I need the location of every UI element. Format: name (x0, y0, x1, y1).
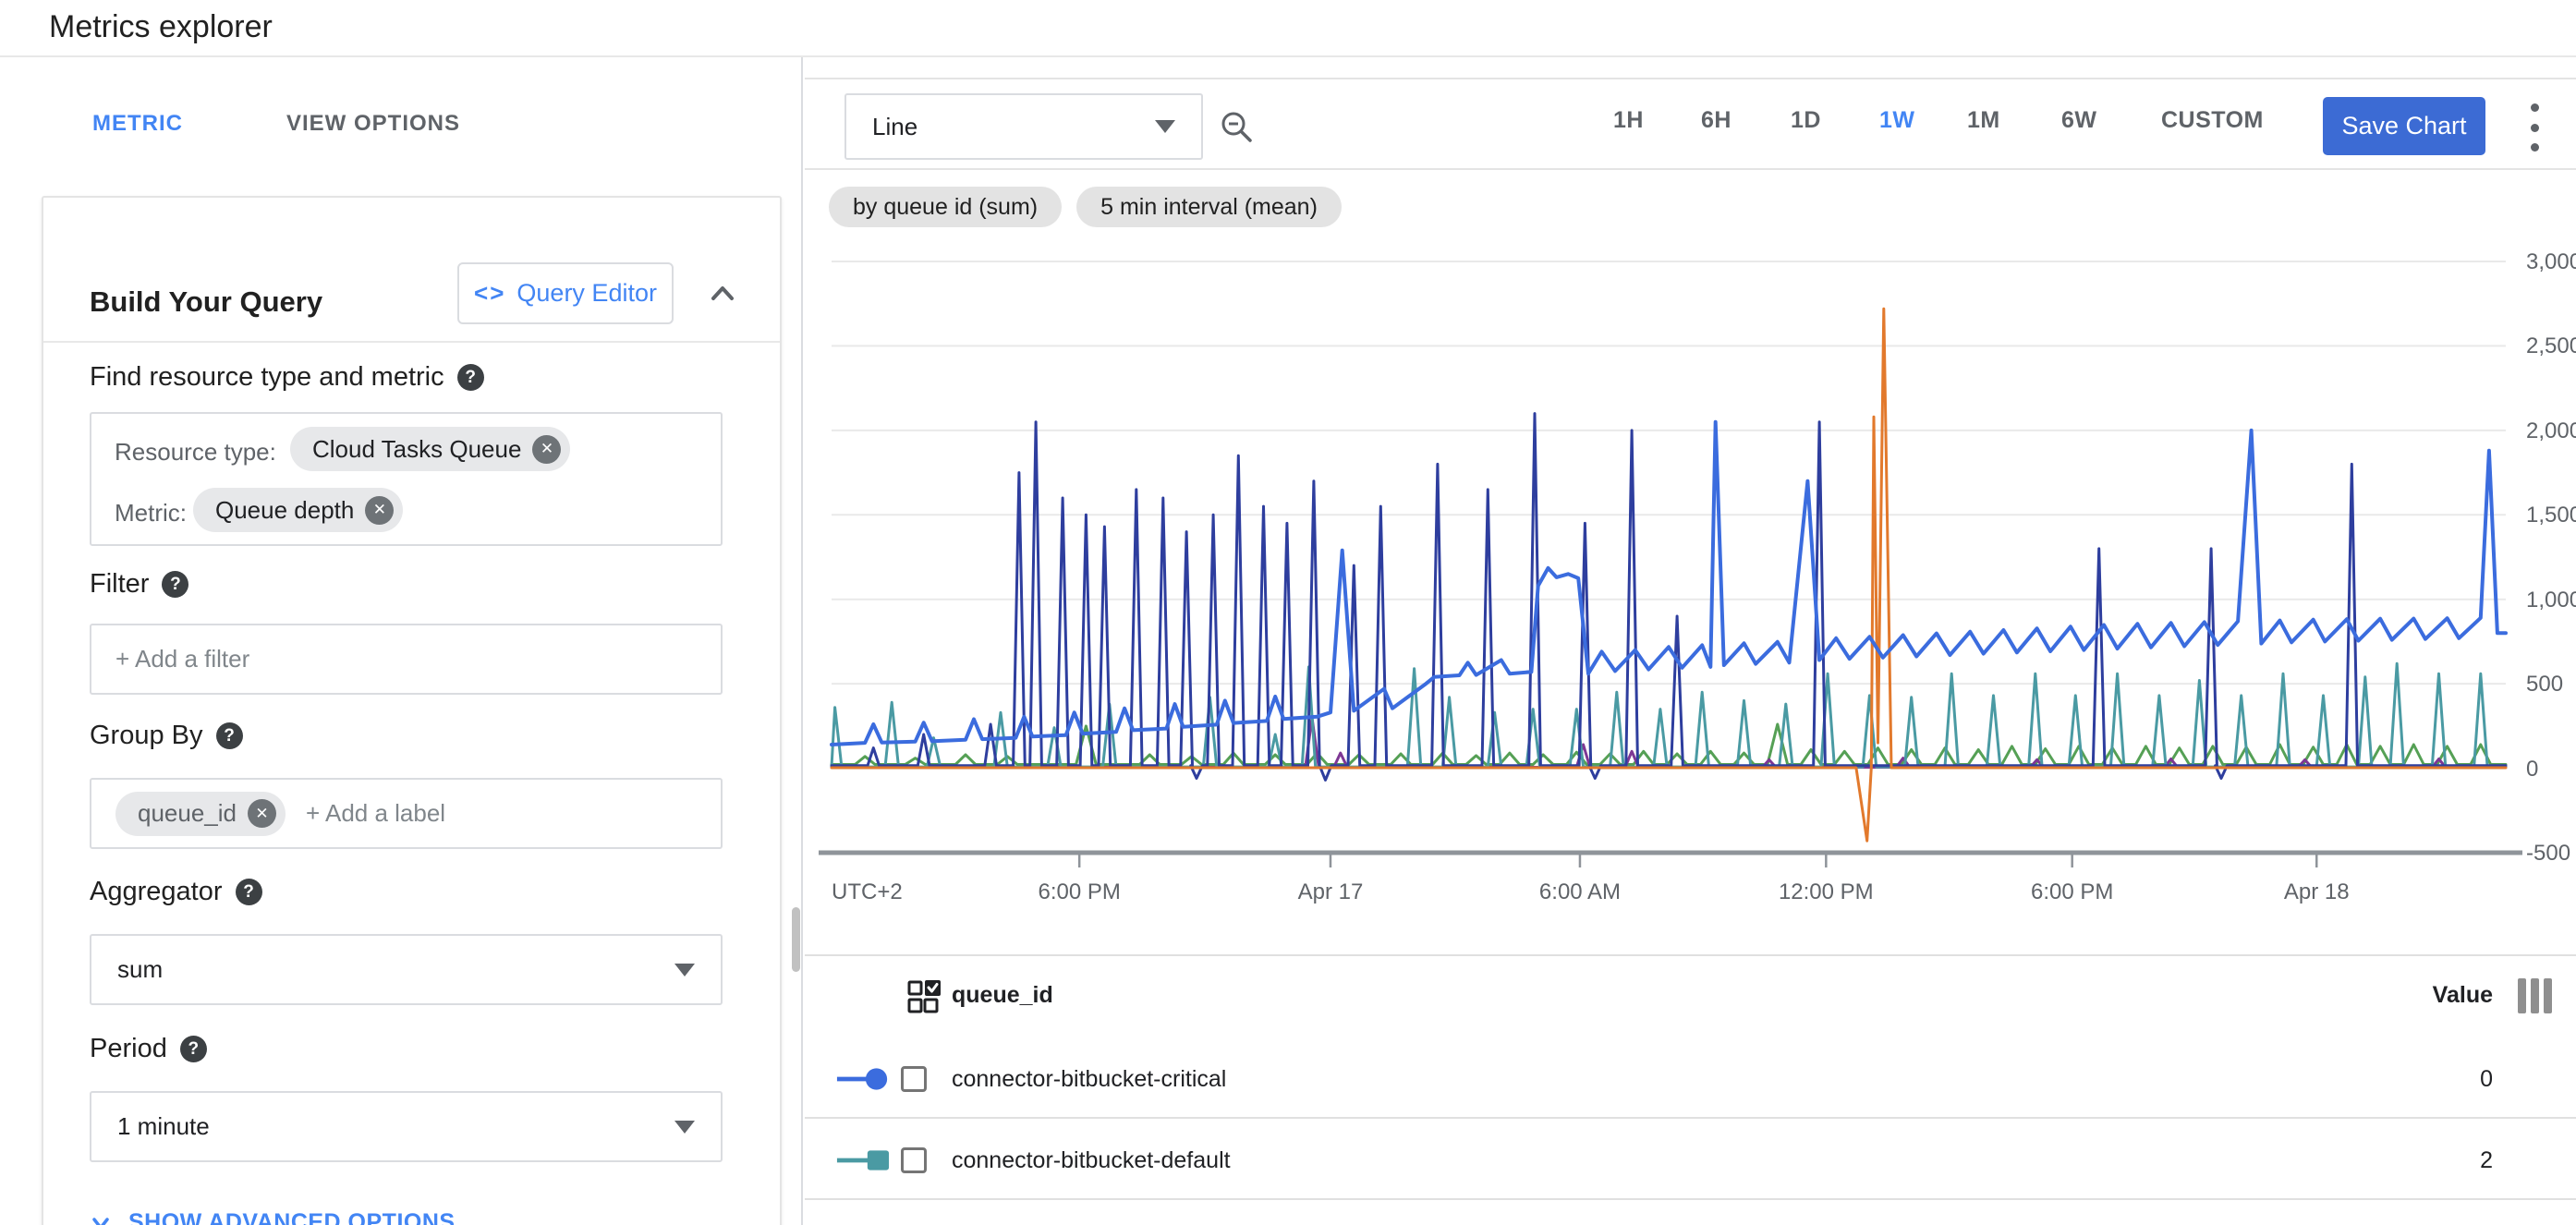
value-cell: 2 (2480, 1147, 2493, 1174)
query-editor-label: Query Editor (516, 279, 657, 308)
dropdown-arrow-icon (674, 1121, 695, 1134)
show-advanced-options-link[interactable]: SHOW ADVANCED OPTIONS (88, 1209, 456, 1225)
aggregator-label: Aggregator? (90, 877, 262, 907)
range-6h[interactable]: 6H (1701, 107, 1732, 134)
table-row[interactable]: connector-bitbucket-default 2 (805, 1121, 2576, 1200)
chart-canvas[interactable] (811, 231, 2576, 915)
dropdown-arrow-icon (674, 964, 695, 976)
add-label-placeholder: + Add a label (306, 799, 445, 828)
x-axis-label: 6:00 PM (1015, 879, 1144, 905)
series-legend-mark-line-circle (835, 1067, 891, 1091)
timezone-label: UTC+2 (832, 879, 961, 905)
card-title: Build Your Query (90, 285, 322, 319)
row-checkbox[interactable] (901, 1147, 927, 1173)
range-1h[interactable]: 1H (1613, 107, 1644, 134)
aggregator-select[interactable]: sum (90, 934, 723, 1005)
more-options-icon[interactable] (2529, 103, 2540, 152)
code-icon: <> (474, 279, 505, 308)
range-1m[interactable]: 1M (1967, 107, 2000, 134)
query-sidebar: METRIC VIEW OPTIONS Build Your Query <> … (0, 57, 803, 1225)
column-header-queue-id[interactable]: queue_id (952, 982, 1053, 1009)
queue-id-cell: connector-bitbucket-default (952, 1147, 1231, 1174)
aggregation-chips: by queue id (sum) 5 min interval (mean) (829, 187, 1342, 227)
scrollbar-thumb[interactable] (792, 907, 800, 972)
x-axis-label: Apr 18 (2252, 879, 2381, 905)
page-title: Metrics explorer (49, 9, 273, 45)
remove-chip-icon[interactable]: ✕ (248, 799, 276, 828)
y-axis-label: 3,000 (2526, 249, 2576, 275)
row-checkbox[interactable] (901, 1066, 927, 1092)
app-header: Metrics explorer (0, 0, 2576, 57)
range-custom[interactable]: CUSTOM (2161, 107, 2264, 134)
range-1w[interactable]: 1W (1879, 107, 1915, 134)
help-icon[interactable]: ? (216, 722, 243, 749)
legend-table-header: queue_id Value (805, 956, 2576, 1037)
interval-chip[interactable]: 5 min interval (mean) (1076, 187, 1342, 227)
chart-toolbar: Line 1H 6H 1D 1W 1M 6W CUSTOM Save Chart (805, 78, 2576, 170)
resource-type-label: Resource type: (115, 438, 276, 467)
help-icon[interactable]: ? (457, 364, 484, 391)
y-axis-label: 1,000 (2526, 588, 2576, 613)
build-your-query-card: Build Your Query <> Query Editor Find re… (42, 196, 782, 1225)
period-select[interactable]: 1 minute (90, 1091, 723, 1162)
filter-label: Filter? (90, 569, 188, 600)
group-by-input[interactable]: queue_id✕ + Add a label (90, 778, 723, 849)
metric-chip[interactable]: Queue depth✕ (193, 488, 403, 532)
help-icon[interactable]: ? (236, 879, 262, 905)
chart-panel: Line 1H 6H 1D 1W 1M 6W CUSTOM Save Chart… (805, 57, 2576, 1225)
y-axis-label: 0 (2526, 757, 2538, 782)
resource-metric-box: Resource type: Cloud Tasks Queue✕ Metric… (90, 412, 723, 546)
save-chart-button[interactable]: Save Chart (2323, 97, 2485, 155)
metric-label: Metric: (115, 499, 187, 528)
chevron-down-icon (88, 1210, 114, 1225)
select-series-icon[interactable] (907, 980, 941, 1018)
y-axis-label: -500 (2526, 841, 2570, 867)
y-axis-label: 500 (2526, 672, 2563, 697)
y-axis-label: 2,000 (2526, 418, 2576, 444)
help-icon[interactable]: ? (180, 1036, 207, 1062)
find-resource-label: Find resource type and metric? (90, 362, 484, 393)
table-row[interactable]: connector-bitbucket-critical 0 (805, 1039, 2576, 1119)
chart[interactable]: 3,000 2,500 2,000 1,500 1,000 500 0 -500 UTC+2 6:… (811, 231, 2576, 915)
group-by-chip[interactable]: by queue id (sum) (829, 187, 1062, 227)
remove-chip-icon[interactable]: ✕ (365, 496, 394, 525)
x-axis-label: 6:00 AM (1515, 879, 1645, 905)
chart-type-select[interactable]: Line (844, 93, 1203, 160)
queue-id-chip[interactable]: queue_id✕ (115, 792, 286, 836)
query-editor-button[interactable]: <> Query Editor (457, 262, 674, 324)
group-by-label: Group By? (90, 721, 243, 751)
card-header-divider (43, 341, 780, 343)
queue-id-cell: connector-bitbucket-critical (952, 1066, 1226, 1093)
y-axis-label: 2,500 (2526, 334, 2576, 359)
series-legend-mark-line-square (835, 1148, 891, 1172)
add-filter-input[interactable]: + Add a filter (90, 624, 723, 695)
zoom-out-icon[interactable] (1219, 109, 1256, 151)
range-6w[interactable]: 6W (2061, 107, 2097, 134)
x-axis-label: 6:00 PM (2008, 879, 2137, 905)
remove-chip-icon[interactable]: ✕ (532, 435, 561, 464)
add-filter-placeholder: + Add a filter (115, 645, 249, 673)
range-1d[interactable]: 1D (1791, 107, 1821, 134)
x-axis-label: 12:00 PM (1761, 879, 1890, 905)
y-axis-label: 1,500 (2526, 503, 2576, 528)
collapse-chevron-icon[interactable] (704, 275, 741, 312)
period-label: Period? (90, 1034, 207, 1064)
x-axis-label: Apr 17 (1266, 879, 1395, 905)
metrics-explorer-app: Metrics explorer METRIC VIEW OPTIONS Bui… (0, 0, 2576, 1225)
tab-view-options[interactable]: VIEW OPTIONS (286, 111, 460, 137)
value-cell: 0 (2480, 1066, 2493, 1093)
tab-metric[interactable]: METRIC (92, 111, 183, 137)
column-header-value[interactable]: Value (2433, 982, 2493, 1009)
dropdown-arrow-icon (1155, 120, 1175, 133)
help-icon[interactable]: ? (162, 571, 188, 598)
resource-type-chip[interactable]: Cloud Tasks Queue✕ (290, 427, 570, 471)
columns-icon[interactable] (2518, 978, 2552, 1013)
